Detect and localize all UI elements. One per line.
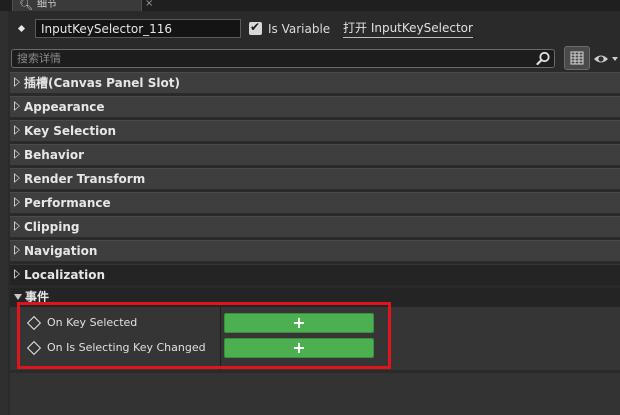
highlight-annotation-box — [17, 302, 391, 369]
category-label: Behavior — [24, 148, 85, 162]
details-header: ✔ Is Variable 打开 InputKeySelector — [8, 15, 620, 45]
expand-arrow-icon — [14, 173, 20, 183]
collapse-arrow-icon — [14, 294, 22, 300]
expand-arrow-icon — [14, 101, 20, 111]
expand-arrow-icon — [14, 245, 20, 255]
tab-label: 细节 — [37, 0, 57, 10]
category-row[interactable]: Render Transform — [10, 168, 620, 189]
category-label: Performance — [24, 196, 111, 210]
open-class-link[interactable]: 打开 InputKeySelector — [343, 20, 473, 38]
category-label: Key Selection — [24, 124, 117, 138]
category-label: Render Transform — [24, 172, 146, 186]
category-label: Localization — [24, 268, 106, 282]
category-row[interactable]: 插槽(Canvas Panel Slot) — [10, 72, 620, 93]
category-row[interactable]: Appearance — [10, 96, 620, 117]
widget-diamond-icon — [17, 24, 26, 33]
category-row[interactable]: Behavior — [10, 144, 620, 165]
expand-arrow-icon — [14, 269, 20, 279]
expand-arrow-icon — [14, 77, 20, 87]
property-matrix-button[interactable] — [564, 46, 590, 70]
category-row[interactable]: Performance — [10, 192, 620, 213]
tab-close-icon[interactable]: × — [145, 0, 153, 9]
eye-icon — [594, 55, 618, 63]
expand-arrow-icon — [14, 221, 20, 231]
category-row[interactable]: Navigation — [10, 240, 620, 261]
category-row[interactable]: Localization — [10, 264, 620, 285]
expand-arrow-icon — [14, 149, 20, 159]
expand-arrow-icon — [14, 197, 20, 207]
search-input[interactable] — [12, 50, 542, 67]
category-label: 插槽(Canvas Panel Slot) — [24, 76, 180, 90]
checkmark-icon: ✔ — [250, 20, 261, 34]
search-details-field[interactable] — [11, 49, 555, 68]
view-options-button[interactable] — [593, 50, 620, 68]
category-row[interactable]: Key Selection — [10, 120, 620, 141]
expand-arrow-icon — [14, 125, 20, 135]
category-label: Clipping — [24, 220, 80, 234]
category-row[interactable]: Clipping — [10, 216, 620, 237]
category-label: Navigation — [24, 244, 98, 258]
panel-empty-area — [10, 373, 620, 415]
tab-strip: 🔍︎ 细节 × — [0, 0, 620, 12]
widget-name-input[interactable] — [35, 19, 241, 38]
is-variable-checkbox[interactable]: ✔ — [249, 20, 262, 35]
search-icon[interactable] — [536, 51, 551, 66]
magnifier-icon: 🔍︎ — [19, 0, 33, 11]
is-variable-label: Is Variable — [268, 22, 331, 36]
category-label: Appearance — [24, 100, 105, 114]
grid-view-icon — [570, 51, 584, 65]
